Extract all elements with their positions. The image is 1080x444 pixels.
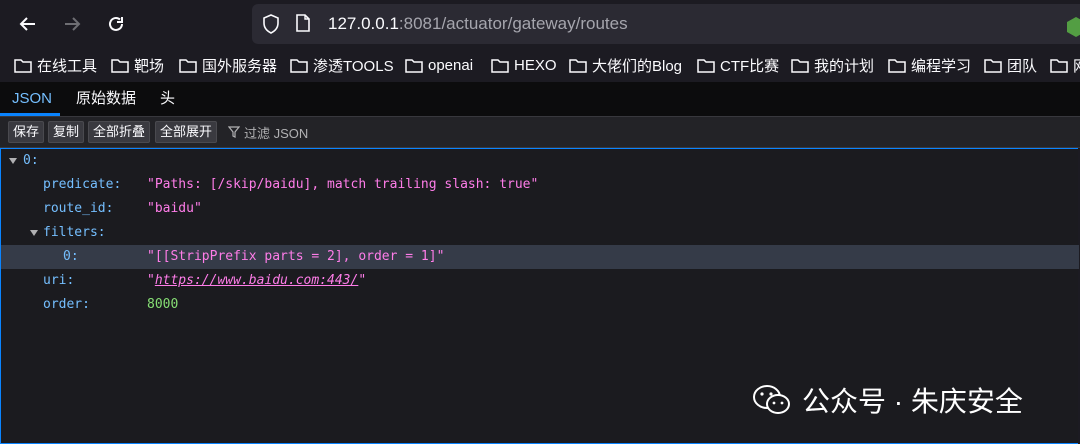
json-key: 0:	[23, 153, 39, 168]
bookmark-folder[interactable]: 靶场	[111, 55, 164, 75]
back-arrow-icon	[19, 17, 35, 31]
watermark-text: 公众号 · 朱庆安全	[802, 386, 1023, 417]
save-button[interactable]: 保存	[8, 121, 45, 143]
bookmark-label: openai	[428, 56, 474, 74]
bookmark-folder[interactable]: 国外服务器	[179, 55, 277, 75]
json-row-root[interactable]: 0:	[1, 149, 1079, 173]
json-toolbar: 保存 复制 全部折叠 全部展开 过滤 JSON	[0, 117, 1080, 148]
folder-icon	[791, 58, 809, 73]
bookmark-folder[interactable]: 我的计划	[791, 55, 874, 75]
bookmark-folder[interactable]: 网	[1050, 55, 1080, 75]
wechat-icon	[753, 385, 790, 414]
json-row[interactable]: route_id: "baidu"	[1, 197, 1079, 221]
filter-placeholder: 过滤 JSON	[244, 125, 309, 141]
folder-icon	[984, 58, 1002, 73]
bookmark-label: 网	[1073, 55, 1080, 76]
tab-raw-data[interactable]: 原始数据	[76, 82, 136, 116]
quote: "	[147, 273, 155, 288]
folder-icon	[1050, 58, 1068, 73]
active-tab-indicator	[0, 113, 60, 116]
reload-button[interactable]	[102, 10, 130, 38]
bookmark-folder[interactable]: openai	[405, 55, 473, 75]
url-host: 127.0.0.1	[328, 14, 399, 33]
forward-button[interactable]	[58, 10, 86, 38]
quote: "	[358, 273, 367, 288]
viewer-tabs: JSON 原始数据 头	[0, 82, 1080, 117]
bookmark-folder[interactable]: 编程学习	[888, 55, 971, 75]
tab-json[interactable]: JSON	[12, 82, 52, 116]
reload-icon	[109, 16, 123, 31]
address-bar[interactable]: 127.0.0.1:8081/actuator/gateway/routes	[252, 4, 1080, 44]
json-key: order:	[43, 297, 90, 312]
collapse-all-button[interactable]: 全部折叠	[88, 121, 151, 143]
bookmark-folder[interactable]: 渗透TOOLS	[290, 55, 394, 75]
json-key: route_id:	[43, 201, 114, 216]
page-icon[interactable]	[296, 14, 310, 32]
json-row[interactable]: order: 8000	[1, 293, 1079, 317]
json-row[interactable]: filters:	[1, 221, 1079, 245]
bookmark-folder[interactable]: 大佬们的Blog	[569, 55, 682, 75]
bookmark-folder[interactable]: 在线工具	[14, 55, 97, 75]
copy-button[interactable]: 复制	[48, 121, 85, 143]
forward-arrow-icon	[65, 17, 81, 31]
json-key: 0:	[63, 249, 79, 264]
json-row[interactable]: predicate: "Paths: [/skip/baidu], match …	[1, 173, 1079, 197]
folder-icon	[569, 58, 587, 73]
bookmark-label: 在线工具	[37, 57, 98, 75]
filter-json-input[interactable]: 过滤 JSON	[228, 122, 308, 142]
watermark: 公众号 · 朱庆安全	[752, 380, 1023, 420]
expand-toggle-icon[interactable]	[9, 158, 17, 164]
url-text[interactable]: 127.0.0.1:8081/actuator/gateway/routes	[328, 14, 628, 34]
bookmark-label: 靶场	[134, 57, 165, 75]
uri-link[interactable]: https://www.baidu.com:443/	[155, 273, 359, 288]
expand-all-button[interactable]: 全部展开	[155, 121, 218, 143]
folder-icon	[697, 58, 715, 73]
json-value: "[[StripPrefix parts = 2], order = 1]"	[147, 249, 445, 264]
folder-icon	[179, 58, 197, 73]
folder-icon	[888, 58, 906, 73]
folder-icon	[290, 58, 308, 73]
bookmark-label: 团队	[1007, 57, 1038, 75]
back-button[interactable]	[14, 10, 42, 38]
json-value: 8000	[147, 297, 179, 312]
json-row-selected[interactable]: 0: "[[StripPrefix parts = 2], order = 1]…	[1, 245, 1079, 269]
bookmark-folder[interactable]: 团队	[984, 55, 1037, 75]
bookmark-label: 我的计划	[814, 57, 875, 75]
bookmark-label: 编程学习	[911, 57, 972, 75]
folder-icon	[14, 58, 32, 73]
filter-icon	[228, 126, 240, 138]
expand-toggle-icon[interactable]	[30, 230, 38, 236]
bookmark-label: 国外服务器	[202, 57, 278, 75]
folder-icon	[111, 58, 129, 73]
folder-icon	[491, 58, 509, 73]
json-value: "baidu"	[147, 201, 202, 216]
json-key: predicate:	[43, 177, 122, 192]
bookmark-label: CTF比赛	[720, 57, 780, 75]
json-row[interactable]: uri: "https://www.baidu.com:443/"	[1, 269, 1079, 293]
bookmark-label: HEXO	[514, 56, 557, 74]
url-path: :8081/actuator/gateway/routes	[398, 14, 628, 33]
bookmark-label: 渗透TOOLS	[313, 57, 394, 75]
json-value: "Paths: [/skip/baidu], match trailing sl…	[147, 177, 539, 192]
node-extension-icon[interactable]	[1066, 16, 1080, 38]
json-value: "https://www.baidu.com:443/"	[147, 269, 366, 293]
json-key: filters:	[43, 225, 106, 240]
browser-toolbar: 127.0.0.1:8081/actuator/gateway/routes	[0, 0, 1080, 48]
bookmark-folder[interactable]: HEXO	[491, 55, 557, 75]
bookmark-folder[interactable]: CTF比赛	[697, 55, 779, 75]
bookmarks-bar: 在线工具 靶场 国外服务器 渗透TOOLS openai HEXO 大佬们的Bl…	[0, 48, 1080, 82]
folder-icon	[405, 58, 423, 73]
bookmark-label: 大佬们的Blog	[592, 57, 683, 75]
json-key: uri:	[43, 273, 75, 288]
shield-icon[interactable]	[262, 14, 280, 34]
tab-headers[interactable]: 头	[160, 82, 175, 116]
